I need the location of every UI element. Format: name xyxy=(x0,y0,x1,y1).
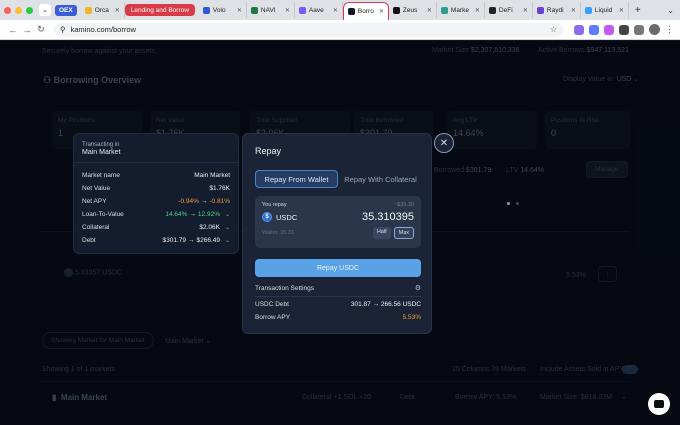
close-tab-icon[interactable]: ✕ xyxy=(475,7,480,14)
close-tab-icon[interactable]: ✕ xyxy=(571,7,576,14)
usdc-debt-row: USDC Debt 301.87 → 266.56 USDC xyxy=(255,301,421,308)
kamino-favicon-icon xyxy=(347,8,355,15)
tab-raydium[interactable]: Raydi ✕ xyxy=(533,2,581,18)
chevron-down-icon: ⌄ xyxy=(224,225,230,231)
maximize-window-button[interactable] xyxy=(26,6,33,14)
borrow-apy-row: Borrow APY 5.53% xyxy=(255,314,421,321)
arrow-right-icon: → xyxy=(200,198,208,205)
address-bar: ← → ↻ ⚲ kamino.com/borrow ☆ ⋮ xyxy=(0,20,680,40)
usdc-icon: $ xyxy=(262,212,272,222)
raydium-favicon-icon xyxy=(536,6,544,14)
profile-avatar[interactable] xyxy=(649,24,660,35)
info-row-net-value: Net Value $1.76K xyxy=(82,185,230,192)
close-tab-icon[interactable]: ✕ xyxy=(619,7,624,14)
tab-borrow-active[interactable]: Borro ✕ xyxy=(342,2,389,20)
repay-usdc-button[interactable]: Repay USDC xyxy=(255,259,421,277)
new-tab-button[interactable]: + xyxy=(629,5,647,16)
site-info-icon[interactable]: ⚲ xyxy=(60,25,66,34)
repay-amount-input[interactable]: 35.310395 xyxy=(362,211,414,223)
forward-arrow-icon[interactable]: → xyxy=(20,25,34,35)
orca-favicon-icon xyxy=(84,6,92,14)
close-tab-icon[interactable]: ✕ xyxy=(115,7,120,14)
modal-title: Repay xyxy=(255,146,282,156)
close-tab-icon[interactable]: ✕ xyxy=(333,7,338,14)
carousel-dot[interactable] xyxy=(507,202,510,205)
puzzle-extensions-icon[interactable] xyxy=(619,24,629,35)
url-input[interactable]: ⚲ kamino.com/borrow ☆ xyxy=(54,22,563,37)
aave-favicon-icon xyxy=(298,6,306,14)
close-tab-icon[interactable]: ✕ xyxy=(237,7,242,14)
tab-zeus[interactable]: Zeus ✕ xyxy=(389,2,437,18)
max-button[interactable]: Max xyxy=(393,227,414,239)
arrow-right-icon: → xyxy=(187,237,195,244)
info-row-market-name: Market name Main Market xyxy=(82,172,230,179)
transacting-market-title: Main Market xyxy=(82,149,121,156)
tab-group-lending[interactable]: Lending and Borrow xyxy=(124,4,195,16)
close-tab-icon[interactable]: ✕ xyxy=(285,7,290,14)
token-selector[interactable]: $ USDC xyxy=(262,212,297,222)
url-text: kamino.com/borrow xyxy=(70,25,136,34)
repay-source-tabs: Repay From Wallet Repay With Collateral xyxy=(255,170,421,188)
close-icon[interactable]: ✕ xyxy=(434,133,454,153)
half-button[interactable]: Half xyxy=(372,227,391,239)
tab-market[interactable]: Marke ✕ xyxy=(437,2,485,18)
carousel-dots xyxy=(507,202,519,205)
repay-amount-box: You repay ~$35.30 $ USDC 35.310395 Walle… xyxy=(255,196,421,248)
window-controls xyxy=(4,6,33,14)
wallet-balance: Wallet: 35.31 xyxy=(262,230,294,236)
tab-volo[interactable]: Volo ✕ xyxy=(199,2,247,18)
arrow-right-icon: → xyxy=(189,211,196,218)
transacting-in-label: Transacting in xyxy=(82,142,120,148)
chevron-down-icon[interactable]: ⌄ xyxy=(667,6,674,15)
tab-liquid[interactable]: Liquid ✕ xyxy=(581,2,629,18)
extension-icon[interactable] xyxy=(574,24,584,35)
reload-icon[interactable]: ↻ xyxy=(34,24,48,35)
divider xyxy=(255,296,421,297)
extension-icon[interactable] xyxy=(589,24,599,35)
transaction-settings-row[interactable]: Transaction Settings ⚙ xyxy=(255,284,421,293)
info-row-debt[interactable]: Debt $301.79 → $266.49 ⌄ xyxy=(82,234,230,247)
chevron-down-icon: ⌄ xyxy=(224,238,230,244)
browser-menu-icon[interactable]: ⋮ xyxy=(665,24,674,35)
close-window-button[interactable] xyxy=(4,6,11,14)
info-row-net-apy: Net APY -0.94% → -0.81% xyxy=(82,198,230,205)
carousel-dot[interactable] xyxy=(516,202,519,205)
repay-modal: Repay Repay From Wallet Repay With Colla… xyxy=(242,133,432,334)
chat-icon[interactable] xyxy=(648,393,670,415)
gear-icon[interactable]: ⚙ xyxy=(415,284,421,292)
volo-favicon-icon xyxy=(202,6,210,14)
tab-navi[interactable]: NAVI ✕ xyxy=(247,2,295,18)
divider xyxy=(74,162,238,163)
extension-icon[interactable] xyxy=(604,24,614,35)
browser-tab-bar: ⌄ OEX Orca ✕ Lending and Borrow Volo ✕ NAV… xyxy=(0,0,680,20)
usd-value-hint: ~$35.30 xyxy=(393,202,414,208)
close-tab-icon[interactable]: ✕ xyxy=(427,7,432,14)
back-arrow-icon[interactable]: ← xyxy=(6,25,20,35)
you-repay-label: You repay xyxy=(262,202,287,208)
market-favicon-icon xyxy=(440,6,448,14)
chevron-down-icon: ⌄ xyxy=(224,212,230,218)
minimize-window-button[interactable] xyxy=(15,6,22,14)
defi-favicon-icon xyxy=(488,6,496,14)
close-tab-icon[interactable]: ✕ xyxy=(379,8,384,15)
tab-search-icon[interactable]: ⌄ xyxy=(39,4,51,16)
navi-favicon-icon xyxy=(250,6,258,14)
close-tab-icon[interactable]: ✕ xyxy=(523,7,528,14)
tab-defi[interactable]: DeFi ✕ xyxy=(485,2,533,18)
transaction-info-panel: Transacting in Main Market Market name M… xyxy=(73,133,239,254)
tab-repay-with-collateral[interactable]: Repay With Collateral xyxy=(340,170,421,188)
bookmark-star-icon[interactable]: ☆ xyxy=(550,25,557,34)
tab-aave[interactable]: Aave ✕ xyxy=(295,2,343,18)
tab-repay-from-wallet[interactable]: Repay From Wallet xyxy=(255,170,338,188)
liquid-favicon-icon xyxy=(584,6,592,14)
info-row-ltv[interactable]: Loan-To-Value 14.64% → 12.92% ⌄ xyxy=(82,208,230,221)
sidepanel-icon[interactable] xyxy=(634,24,644,35)
tab-orca[interactable]: Orca ✕ xyxy=(81,2,125,18)
tab-group-oex[interactable]: OEX xyxy=(55,4,77,16)
zeus-favicon-icon xyxy=(392,6,400,14)
info-row-collateral[interactable]: Collateral $2.06K ⌄ xyxy=(82,221,230,234)
